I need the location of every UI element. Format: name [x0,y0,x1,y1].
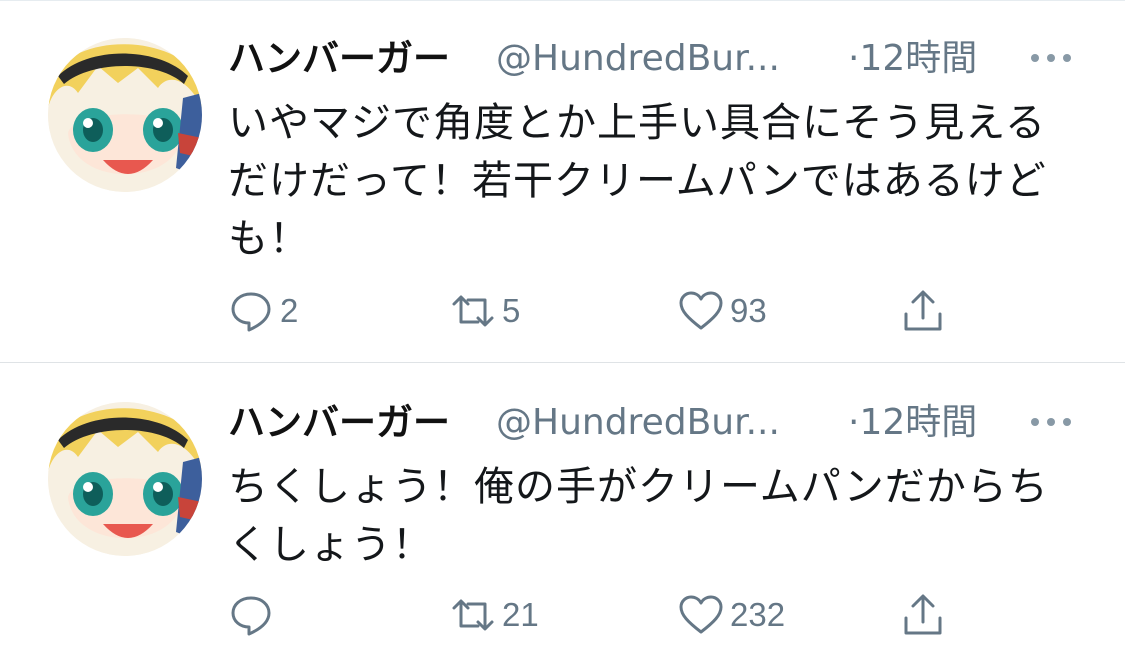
reply-count: 2 [280,292,299,329]
heart-icon [679,595,723,634]
like-count: 232 [730,596,786,633]
user-handle[interactable]: @HundredBur... [496,398,780,448]
tweet-text-line: だけだって！若干クリームパンではあるけど [228,158,1047,204]
timestamp[interactable]: ·12時間 [848,34,977,84]
retweet-button[interactable]: 21 [450,590,539,640]
timestamp[interactable]: ·12時間 [848,398,977,448]
avatar[interactable] [48,402,202,556]
tweet-header: ハンバーガー @HundredBur... ·12時間 [228,34,1088,84]
tweet-actions: 21 232 [228,590,968,640]
speech-bubble-icon [231,596,271,636]
retweet-button[interactable]: 5 [450,286,520,336]
tweet-text-line: も！ [228,216,310,262]
display-name[interactable]: ハンバーガー [228,34,450,84]
tweet-header: ハンバーガー @HundredBur... ·12時間 [228,398,1088,448]
share-icon [904,290,942,331]
retweet-icon [452,599,494,631]
speech-bubble-icon [231,292,271,332]
like-button[interactable]: 232 [678,590,785,640]
tweet-text-line: いやマジで角度とか上手い具合にそう見える [228,100,1046,146]
retweet-count: 5 [502,292,521,329]
like-count: 93 [730,292,767,329]
share-icon [904,594,942,635]
tweet[interactable]: ハンバーガー @HundredBur... ·12時間 いやマジで角度とか上手い… [0,0,1125,363]
display-name[interactable]: ハンバーガー [228,398,450,448]
more-dots-icon[interactable] [1028,46,1074,70]
tweet-text-line: ちくしょう！俺の手がクリームパンだからち [228,464,1049,510]
tweet-text: ちくしょう！俺の手がクリームパンだからち くしょう！ [228,458,1088,574]
heart-icon [679,291,723,330]
tweet[interactable]: ハンバーガー @HundredBur... ·12時間 ちくしょう！俺の手がクリ… [0,364,1125,669]
retweet-icon [452,295,494,327]
reply-button[interactable] [228,590,280,640]
tweet-actions: 2 5 93 [228,286,968,336]
reply-button[interactable]: 2 [228,286,298,336]
tweet-text-line: くしょう！ [228,522,433,568]
like-button[interactable]: 93 [678,286,767,336]
more-dots-icon[interactable] [1028,410,1074,434]
tweet-text: いやマジで角度とか上手い具合にそう見える だけだって！若干クリームパンではあるけ… [228,94,1088,268]
user-handle[interactable]: @HundredBur... [496,34,780,84]
share-button[interactable] [900,590,946,640]
retweet-count: 21 [502,596,539,633]
share-button[interactable] [900,286,946,336]
avatar[interactable] [48,38,202,192]
